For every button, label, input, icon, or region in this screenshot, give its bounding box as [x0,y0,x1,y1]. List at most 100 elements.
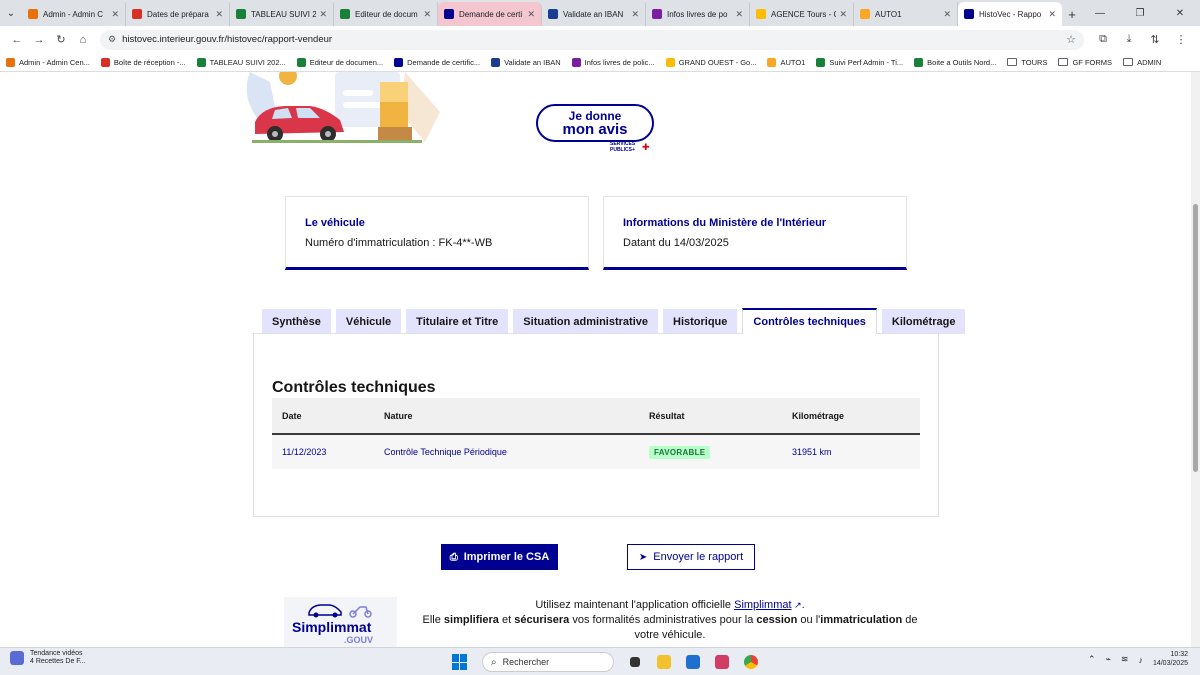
send-report-button[interactable]: ➤ Envoyer le rapport [627,544,755,570]
volume-icon[interactable]: ♪ [1138,655,1143,665]
promo-dot: . [801,599,805,611]
browser-tab[interactable]: HistoVec - Rappo ✕ [958,2,1062,26]
tab-close-icon[interactable]: ✕ [423,9,431,20]
file-explorer-icon[interactable] [653,652,675,672]
taskbar-apps: ⌕ Rechercher [452,651,769,673]
minimize-icon[interactable]: — [1080,0,1120,26]
simplimmat-promo-text: Utilisez maintenant l'application offici… [420,598,920,643]
bookmark-item[interactable]: Validate an IBAN [491,57,561,67]
maximize-icon[interactable]: ❐ [1120,0,1160,26]
tray-chevron-icon[interactable]: ⌃ [1088,654,1096,665]
bookmark-favicon-icon [816,57,826,67]
status-badge: FAVORABLE [649,446,711,459]
tab-close-icon[interactable]: ✕ [1048,9,1056,20]
back-arrow-icon[interactable]: ← [6,29,28,51]
report-tab[interactable]: Contrôles techniques [742,308,877,334]
browser-tab[interactable]: AGENCE Tours - C ✕ [750,2,854,26]
bookmark-item[interactable]: Demande de certific... [394,57,480,67]
network-icon[interactable]: ⌁ [1105,654,1110,665]
tab-favicon-icon [340,9,350,19]
wifi-icon[interactable]: ≋ [1121,654,1129,665]
car-scooter-icon [308,604,372,618]
menu-kebab-icon[interactable]: ⋮ [1168,33,1194,46]
report-tab[interactable]: Kilométrage [881,309,966,334]
new-tab-plus-icon[interactable]: + [1062,2,1082,26]
browser-tab-label: Admin - Admin C [43,9,104,19]
services-publics-logo: SERVICES PUBLICS+ ✚ [610,141,650,153]
promo-et: et [502,614,512,626]
tab-search-chevron-icon[interactable]: ⌄ [0,0,22,26]
bookmark-item[interactable]: Suivi Perf Admin - Ti... [816,57,903,67]
url-field[interactable]: ⚙ histovec.interieur.gouv.fr/histovec/ra… [100,29,1084,50]
widgets-button[interactable]: Tendance vidéos 4 Recettes De F... [10,650,86,667]
task-view-icon[interactable] [624,652,646,672]
browser-tab[interactable]: Demande de certi ✕ [438,2,542,26]
tab-favicon-icon [236,9,246,19]
report-tab[interactable]: Synthèse [262,309,331,334]
bookmark-item[interactable]: Admin - Admin Cen... [6,57,90,67]
browser-tab[interactable]: Editeur de docum ✕ [334,2,438,26]
bookmark-item[interactable]: GRAND OUEST - Go... [665,57,756,67]
browser-tab-strip: ⌄ Admin - Admin C ✕ Dates de prépara ✕ TABLE… [0,0,1200,26]
simplimmat-link[interactable]: Simplimmat [734,599,791,611]
simplimmat-logo[interactable]: Simplimmat .GOUV [284,597,397,647]
bookmark-star-icon[interactable]: ☆ [1066,33,1076,46]
clock[interactable]: 10:32 14/03/2025 [1153,651,1188,669]
browser-tab[interactable]: Admin - Admin C ✕ [22,2,126,26]
bookmark-folder[interactable]: ADMIN [1123,58,1161,67]
url-text[interactable]: histovec.interieur.gouv.fr/histovec/rapp… [122,34,1066,45]
tab-close-icon[interactable]: ✕ [735,9,743,20]
report-tab[interactable]: Véhicule [335,309,402,334]
bookmark-folder[interactable]: GF FORMS [1058,58,1112,67]
forward-arrow-icon[interactable]: → [28,29,50,51]
tab-favicon-icon [548,9,558,19]
skype-icon[interactable] [711,652,733,672]
report-tab[interactable]: Historique [663,309,738,334]
tab-close-icon[interactable]: ✕ [631,9,639,20]
browser-tab[interactable]: Dates de prépara ✕ [126,2,230,26]
cell-nature: Contrôle Technique Périodique [384,447,507,457]
bookmark-label: Admin - Admin Cen... [19,57,90,67]
bookmark-item[interactable]: AUTO1 [767,57,805,67]
tab-close-icon[interactable]: ✕ [527,9,535,20]
tab-close-icon[interactable]: ✕ [319,9,327,20]
store-icon[interactable] [682,652,704,672]
browser-tab[interactable]: AUTO1 ✕ [854,2,958,26]
promo-simplifiera: simplifiera [443,614,499,626]
bookmark-item[interactable]: TABLEAU SUIVI 202... [196,57,286,67]
tab-close-icon[interactable]: ✕ [111,9,119,20]
tab-favicon-icon [132,9,142,19]
site-info-icon[interactable]: ⚙ [108,34,116,45]
bookmark-folder[interactable]: TOURS [1007,58,1047,67]
translate-icon[interactable]: ⇅ [1142,33,1168,46]
home-icon[interactable]: ⌂ [72,29,94,51]
scrollbar-thumb[interactable] [1193,204,1198,472]
page-scrollbar[interactable] [1191,72,1200,647]
print-csa-button[interactable]: ⎙ Imprimer le CSA [441,544,558,570]
report-tab[interactable]: Situation administrative [513,309,658,334]
bookmark-item[interactable]: Editeur de documen... [296,57,383,67]
tab-close-icon[interactable]: ✕ [215,9,223,20]
windows-start-icon[interactable] [452,654,468,670]
tab-close-icon[interactable]: ✕ [839,9,847,20]
browser-tab[interactable]: TABLEAU SUIVI 20 ✕ [230,2,334,26]
extensions-icon[interactable]: ⧉ [1090,33,1116,46]
taskbar-search[interactable]: ⌕ Rechercher [482,652,614,672]
widget-line1: Tendance vidéos [30,650,83,657]
cell-date: 11/12/2023 [282,447,327,457]
browser-tab[interactable]: Validate an IBAN ✕ [542,2,646,26]
close-window-icon[interactable]: ✕ [1160,0,1200,26]
download-icon[interactable]: ⤓ [1116,33,1142,46]
reload-icon[interactable]: ↻ [50,29,72,51]
bookmark-item[interactable]: Boite a Outils Nord... [914,57,996,67]
chrome-icon[interactable] [740,652,762,672]
widgets-icon [10,651,24,666]
browser-tab[interactable]: Infos livres de po ✕ [646,2,750,26]
bookmark-item[interactable]: Boîte de réception -... [100,57,186,67]
bookmark-label: Validate an IBAN [504,57,561,67]
tab-close-icon[interactable]: ✕ [943,9,951,20]
report-tab[interactable]: Titulaire et Titre [406,309,509,334]
page-viewport: Je donne mon avis SERVICES PUBLICS+ ✚ Le… [0,72,1200,647]
feedback-button[interactable]: Je donne mon avis [536,104,654,142]
bookmark-item[interactable]: Infos livres de polic... [571,57,655,67]
